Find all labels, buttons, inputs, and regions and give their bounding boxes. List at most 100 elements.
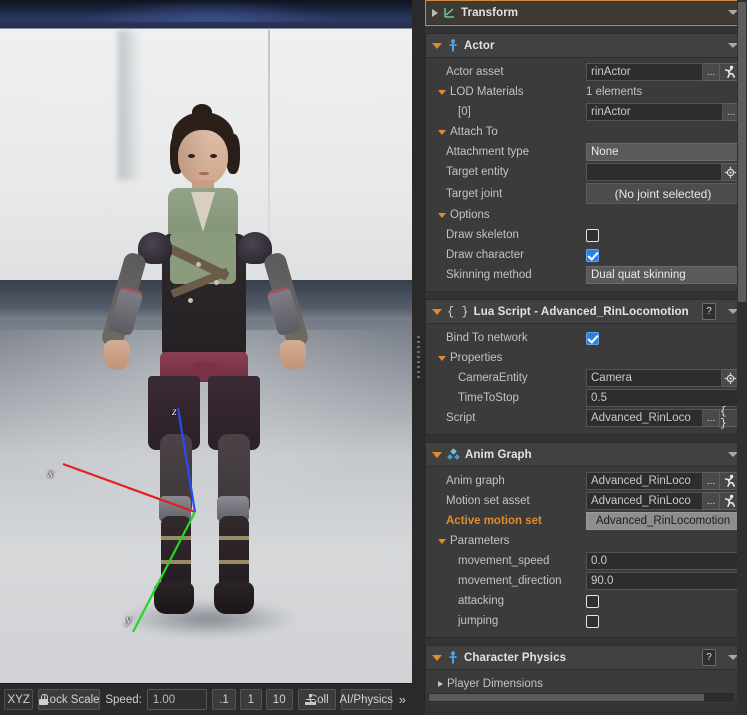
checkbox-row-jumping[interactable]: [586, 614, 599, 628]
card-expander-lua-script[interactable]: [432, 308, 442, 315]
label-row-attach-to: Attach To: [450, 126, 498, 138]
speed-preset-point1-button[interactable]: .1: [212, 689, 236, 710]
label-row-player-dimensions: Player Dimensions: [447, 678, 543, 690]
row-options: Options: [426, 205, 746, 225]
label-row-script: Script: [446, 412, 476, 424]
row-properties: Properties: [426, 348, 746, 368]
toolbar-overflow-button[interactable]: »: [397, 692, 408, 707]
value-field-row-script[interactable]: Advanced_RinLoco: [586, 409, 703, 427]
card-expander-actor[interactable]: [432, 42, 442, 49]
label-row-bind-to-network: Bind To network: [446, 332, 528, 344]
run-man-icon: [723, 474, 737, 488]
control-cell: Camera: [586, 369, 740, 387]
card-expander-character-physics[interactable]: [432, 654, 442, 661]
inspector-horizontal-scroll-thumb[interactable]: [429, 694, 705, 701]
label-cell: [0]: [426, 106, 586, 118]
lock-scale-button[interactable]: Lock Scale: [38, 689, 101, 710]
inspector-bottom-gutter: [425, 705, 747, 715]
run-man-icon: [723, 65, 737, 79]
browse-button-row-anim-graph[interactable]: ...: [703, 472, 720, 490]
control-cell: rinActor...: [586, 63, 740, 81]
viewport-3d[interactable]: x y z XYZ Lock Scale Speed: 1.00 .1 1 10…: [0, 0, 412, 715]
row-timetostop: TimeToStop 0.5: [426, 388, 746, 408]
value-field-row-0[interactable]: rinActor: [586, 103, 723, 121]
card-header-anim-graph[interactable]: Anim Graph: [426, 443, 746, 467]
card-header-lua-script[interactable]: { } Lua Script - Advanced_RinLocomotion?: [426, 300, 746, 324]
label-row-draw-character: Draw character: [446, 249, 524, 261]
group-expander-row-properties[interactable]: [438, 355, 446, 361]
entity-field-row-target-entity[interactable]: [586, 163, 722, 181]
character-mouth: [199, 172, 209, 175]
value-field-row-timetostop[interactable]: 0.5: [586, 389, 740, 407]
character-eye-left: [188, 154, 195, 158]
checkbox-row-bind-to-network[interactable]: [586, 331, 599, 345]
actor-icon: [447, 651, 459, 664]
dropdown-row-skinning-method[interactable]: Dual quat skinning: [586, 266, 740, 284]
dropdown-row-attachment-type[interactable]: None: [586, 143, 740, 161]
row-movement-direction: movement_direction 90.0: [426, 571, 746, 591]
checkbox-row-draw-character[interactable]: [586, 248, 599, 262]
value-field-row-movement-direction[interactable]: 90.0: [586, 572, 740, 590]
speed-input[interactable]: 1.00: [146, 689, 208, 710]
card-title-character-physics: Character Physics: [464, 651, 567, 664]
card-expander-anim-graph[interactable]: [432, 451, 442, 458]
component-card-anim-graph: Anim Graph Anim graph Advanced_RinLoco... M…: [425, 442, 747, 638]
space-xyz-button[interactable]: XYZ: [4, 689, 34, 710]
card-expander-transform[interactable]: [432, 8, 438, 17]
checkbox-row-draw-skeleton[interactable]: [586, 228, 599, 242]
ai-physics-button[interactable]: AI/Physics: [339, 689, 393, 710]
gizmo-label-y: y: [126, 612, 132, 626]
character-stud: [214, 280, 219, 285]
inspector-vertical-scroll-thumb[interactable]: [738, 2, 746, 302]
row-script: Script Advanced_RinLoco...{ }: [426, 406, 746, 430]
group-expander-row-attach-to[interactable]: [438, 129, 446, 135]
label-cell: jumping: [426, 615, 586, 627]
control-cell: [586, 331, 740, 345]
card-header-transform[interactable]: Transform: [426, 1, 746, 25]
group-expander-row-parameters[interactable]: [438, 538, 446, 544]
group-expander-row-player-dimensions[interactable]: [438, 681, 443, 687]
speed-preset-10-button[interactable]: 10: [265, 689, 293, 710]
transform-icon: [443, 6, 456, 19]
group-expander-row-lod-materials[interactable]: [438, 89, 446, 95]
joint-select-button-row-target-joint[interactable]: (No joint selected): [586, 183, 740, 204]
card-title-actor: Actor: [464, 39, 495, 52]
row-movement-speed: movement_speed 0.0: [426, 551, 746, 571]
control-cell: [586, 228, 740, 242]
dropdown-row-active-motion-set[interactable]: Advanced_RinLocomotion: [586, 512, 740, 530]
row-bind-to-network: Bind To network: [426, 328, 746, 348]
inspector-vertical-scrollbar[interactable]: [737, 0, 747, 715]
browse-button-row-script[interactable]: ...: [703, 409, 720, 427]
row-skinning-method: Skinning method Dual quat skinning: [426, 265, 746, 285]
entity-inspector-panel[interactable]: Transform Actor Actor asset rinActor... LOD …: [425, 0, 747, 715]
help-button-lua-script[interactable]: ?: [702, 303, 716, 320]
character-eye-right: [210, 154, 217, 158]
label-row-active-motion-set: Active motion set: [446, 515, 542, 527]
inspector-horizontal-scrollbar[interactable]: [427, 692, 735, 703]
browse-button-row-motion-set-asset[interactable]: ...: [703, 492, 720, 510]
card-header-character-physics[interactable]: Character Physics?: [426, 646, 746, 670]
label-cell: attacking: [426, 595, 586, 607]
control-cell: Advanced_RinLocomotion: [586, 512, 740, 530]
value-field-row-movement-speed[interactable]: 0.0: [586, 552, 740, 570]
help-button-character-physics[interactable]: ?: [702, 649, 716, 666]
collision-button[interactable]: Coll: [297, 689, 336, 710]
card-body-lua-script: Bind To network Properties CameraEntity Cam…: [426, 324, 746, 434]
speed-preset-1-button[interactable]: 1: [239, 689, 262, 710]
row-attacking: attacking: [426, 591, 746, 611]
label-cell: Draw skeleton: [426, 229, 586, 241]
scene-ceiling-glow: [82, 0, 338, 22]
entity-field-row-cameraentity[interactable]: Camera: [586, 369, 722, 387]
checkbox-row-attacking[interactable]: [586, 594, 599, 608]
browse-button-row-actor-asset[interactable]: ...: [703, 63, 720, 81]
card-header-actor[interactable]: Actor: [426, 34, 746, 58]
value-field-row-motion-set-asset[interactable]: Advanced_RinLoco: [586, 492, 703, 510]
lock-scale-label: Lock Scale: [43, 693, 100, 706]
panel-splitter[interactable]: [412, 0, 425, 715]
label-cell: LOD Materials: [426, 86, 586, 98]
value-field-row-anim-graph[interactable]: Advanced_RinLoco: [586, 472, 703, 490]
value-field-row-actor-asset[interactable]: rinActor: [586, 63, 703, 81]
group-expander-row-options[interactable]: [438, 212, 446, 218]
character-hair-side-right: [226, 134, 240, 174]
character-model[interactable]: [96, 104, 314, 614]
